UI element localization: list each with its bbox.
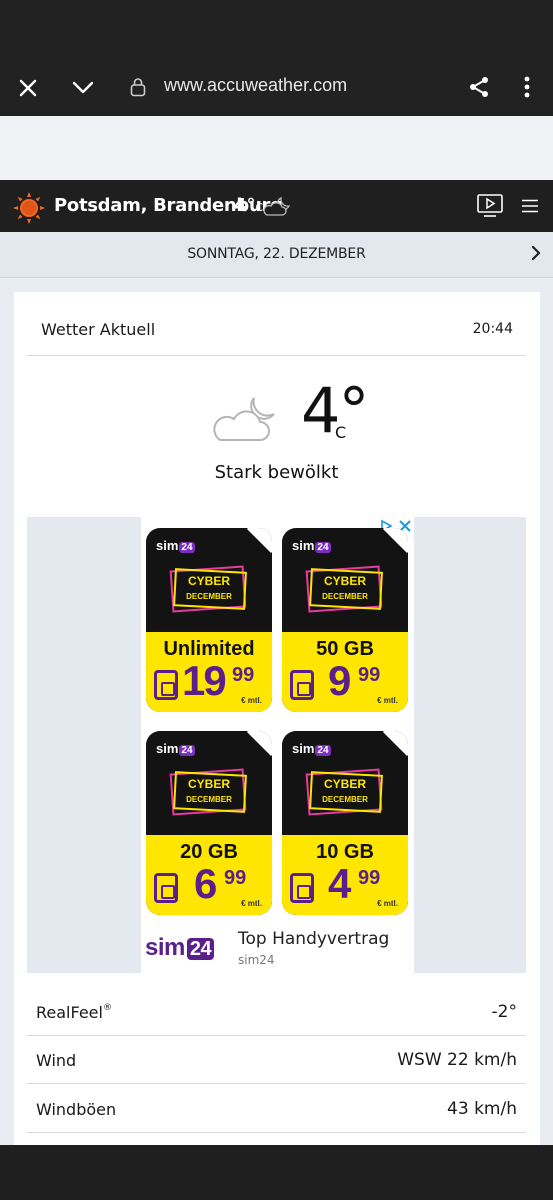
sim-card-icon (290, 670, 314, 700)
detail-label: RealFeel® (36, 1003, 112, 1022)
price-cents: 99 (358, 867, 381, 889)
sim-card-icon (290, 873, 314, 903)
share-icon[interactable] (466, 74, 492, 100)
detail-label: Wind (36, 1051, 77, 1070)
detail-row-realfeel: RealFeel® -2° (27, 988, 526, 1036)
cyber-label: CYBER (323, 574, 366, 588)
card-title: Wetter Aktuell (41, 320, 156, 339)
close-icon[interactable] (16, 76, 40, 100)
price-note: € mtl. (241, 899, 262, 908)
detail-label: Windböen (36, 1100, 117, 1119)
chevron-right-icon[interactable] (529, 244, 543, 267)
december-label: DECEMBER (186, 592, 232, 601)
ad-offer-tile[interactable]: sim 24 CYBER DECEMBER 50 GB 9 99 € mtl. (282, 528, 408, 712)
cloudy-night-icon (210, 394, 278, 449)
detail-value: WSW 22 km/h (397, 1050, 517, 1070)
ad-offer-tile[interactable]: sim 24 CYBER DECEMBER 10 GB 4 99 € mtl. (282, 731, 408, 915)
top-ad-space (0, 116, 553, 180)
ad-headline[interactable]: Top Handyvertrag (238, 929, 389, 949)
sim24-logo: sim 24 (156, 741, 195, 756)
sim24-logo: sim 24 (292, 538, 331, 553)
cyber-label: CYBER (187, 574, 230, 588)
divider (27, 1083, 526, 1084)
tile-notch (246, 731, 272, 757)
tile-notch (382, 528, 408, 554)
system-navigation-bar (0, 1145, 553, 1200)
menu-icon[interactable] (521, 199, 539, 218)
price-cents: 99 (358, 664, 381, 686)
december-label: DECEMBER (322, 795, 368, 804)
price-euros: 9 (328, 657, 351, 704)
status-bar (0, 0, 553, 58)
detail-value: 43 km/h (447, 1099, 517, 1119)
price-note: € mtl. (377, 696, 398, 705)
december-label: DECEMBER (322, 592, 368, 601)
ad-advertiser: sim24 (238, 953, 275, 967)
url-field[interactable]: www.accuweather.com (164, 75, 347, 96)
price-euros: 19 (182, 657, 227, 704)
divider (27, 1132, 526, 1133)
more-options-icon[interactable] (518, 74, 536, 100)
lock-icon (128, 75, 148, 99)
header-temperature: 4°C (234, 195, 264, 216)
detail-row-gusts: Windböen 43 km/h (27, 1085, 526, 1133)
ad-offer-tile[interactable]: sim 24 CYBER DECEMBER Unlimited 19 99 € m… (146, 528, 272, 712)
observation-time: 20:44 (472, 321, 513, 337)
video-icon[interactable] (477, 194, 503, 223)
accuweather-header: Potsdam, Brandenburg 4°C (0, 180, 553, 232)
sim24-logo: sim 24 (292, 741, 331, 756)
price-euros: 6 (194, 860, 217, 907)
sim24-footer-logo[interactable]: sim 24 (145, 934, 215, 962)
tile-notch (246, 528, 272, 554)
tile-notch (382, 731, 408, 757)
cyber-label: CYBER (187, 777, 230, 791)
price-cents: 99 (224, 867, 247, 889)
date-navigation: SONNTAG, 22. DEZEMBER (0, 232, 553, 278)
sun-logo-icon[interactable] (13, 192, 45, 229)
price-euros: 4 (328, 860, 351, 907)
cyber-label: CYBER (323, 777, 366, 791)
price-note: € mtl. (377, 899, 398, 908)
sim-card-icon (154, 873, 178, 903)
temperature-unit: C (335, 423, 347, 442)
browser-toolbar: www.accuweather.com (0, 58, 553, 116)
detail-row-wind: Wind WSW 22 km/h (27, 1036, 526, 1084)
sim24-logo: sim 24 (156, 538, 195, 553)
ad-offer-tile[interactable]: sim 24 CYBER DECEMBER 20 GB 6 99 € mtl. (146, 731, 272, 915)
price-note: € mtl. (241, 696, 262, 705)
date-label: SONNTAG, 22. DEZEMBER (187, 246, 366, 262)
divider (27, 355, 526, 356)
chevron-down-icon[interactable] (70, 76, 96, 100)
december-label: DECEMBER (186, 795, 232, 804)
cloudy-night-icon (262, 195, 292, 222)
price-cents: 99 (232, 664, 255, 686)
weather-condition: Stark bewölkt (214, 462, 339, 483)
sim-card-icon (154, 670, 178, 700)
detail-value: -2° (491, 1002, 517, 1022)
